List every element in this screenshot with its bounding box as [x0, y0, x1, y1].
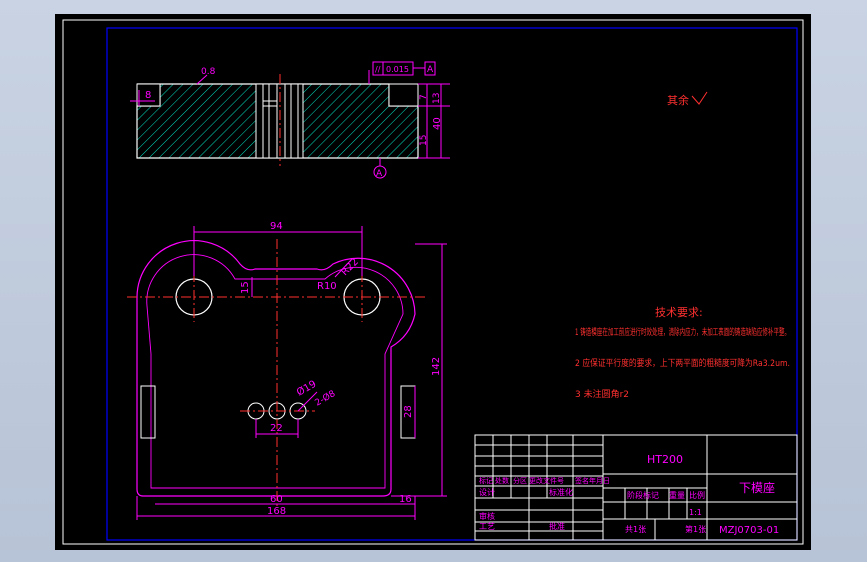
dim-total-height: 142	[431, 357, 442, 376]
tolerance-value: 0.015	[386, 65, 409, 74]
dim-hole-dia: 2-Ø8	[313, 388, 338, 409]
svg-text:重量: 重量	[669, 490, 685, 500]
svg-text:年月日: 年月日	[589, 476, 610, 485]
plan-inner	[146, 254, 404, 489]
svg-text:批准: 批准	[549, 521, 565, 531]
section-pocket-right	[388, 83, 419, 107]
note-3: 3 未注圆角r2	[575, 388, 629, 400]
dim-slot: 28	[403, 405, 414, 418]
dim-pin-dia: Ø19	[295, 378, 319, 399]
notes: 其余 技术要求: 1 铸造模座在加工前应进行时效处理，清除内应力，未加工表面的铸…	[575, 91, 790, 400]
svg-text:比例: 比例	[689, 490, 705, 500]
svg-text:标准化: 标准化	[549, 487, 573, 497]
svg-text:A: A	[376, 169, 383, 179]
radius-small: R10	[317, 281, 337, 292]
svg-text:更改文件号: 更改文件号	[529, 476, 564, 485]
svg-text:分区: 分区	[513, 476, 527, 485]
dim-pin-spacing: 22	[270, 423, 283, 434]
svg-text:设计: 设计	[479, 487, 495, 497]
roughness-rest: 其余	[667, 93, 689, 107]
svg-text:签名: 签名	[575, 476, 589, 485]
dim-bottom-total: 168	[267, 506, 286, 517]
dim-right-edge: 16	[399, 494, 412, 505]
drawing-no: MZJ0703-01	[719, 525, 779, 536]
svg-text://: //	[375, 65, 381, 74]
svg-text:共1张: 共1张	[625, 525, 646, 534]
part-name: 下模座	[739, 480, 775, 495]
svg-text:处数: 处数	[495, 476, 509, 485]
roughness-top: 0.8	[201, 67, 216, 77]
plan-view: 94 R22 R10 15 142 Ø19 2-Ø8 22 28 60 168 …	[127, 221, 447, 520]
dim-height-right: 40	[432, 117, 443, 130]
dim-top-width: 94	[270, 221, 283, 232]
notes-title: 技术要求:	[655, 306, 703, 319]
datum-ref: A	[427, 65, 434, 75]
svg-text:审核: 审核	[479, 511, 495, 521]
svg-text:15: 15	[419, 135, 429, 146]
svg-text:第1张: 第1张	[685, 524, 706, 534]
dim-bottom-inner: 60	[270, 494, 283, 505]
note-2: 2 应保证平行度的要求，上下两平面的粗糙度可降为Ra3.2um.	[575, 357, 790, 369]
cad-viewport[interactable]: 8 0.8 // 0.015 A 40 15 13 7 A 94 R22 R10…	[55, 14, 811, 550]
dim-depth-left: 8	[145, 90, 151, 101]
svg-text:工艺: 工艺	[479, 522, 495, 531]
svg-text:7: 7	[419, 94, 429, 100]
section-view: 8 0.8 // 0.015 A 40 15 13 7 A	[130, 61, 450, 179]
slot-left	[140, 385, 156, 439]
title-block-text: HT200 下模座 MZJ0703-01 1:1 标记 处数 分区 更改文件号 …	[479, 453, 779, 536]
svg-text:13: 13	[432, 93, 442, 104]
svg-text:阶段标记: 阶段标记	[627, 490, 659, 500]
svg-text:15: 15	[240, 281, 251, 294]
drawing-canvas: 8 0.8 // 0.015 A 40 15 13 7 A 94 R22 R10…	[62, 19, 804, 545]
scale: 1:1	[689, 508, 702, 517]
svg-text:标记: 标记	[479, 476, 493, 485]
note-1: 1 铸造模座在加工前应进行时效处理，清除内应力，未加工表面的铸造缺陷应修补平整。	[575, 326, 790, 338]
material: HT200	[647, 453, 683, 466]
radius-large: R22	[339, 256, 361, 278]
